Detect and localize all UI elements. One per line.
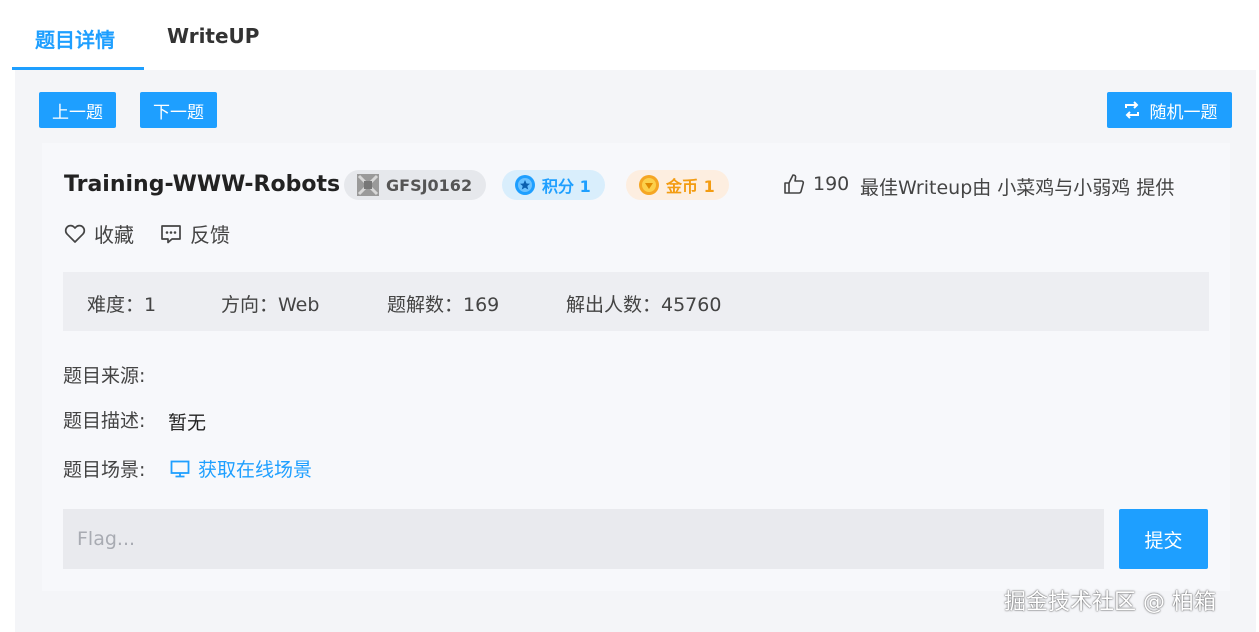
direction-stat: 方向：Web bbox=[221, 294, 320, 316]
random-problem-label: 随机一题 bbox=[1149, 102, 1218, 123]
problem-code-badge: GFSJ0162 bbox=[344, 170, 487, 200]
star-icon bbox=[514, 174, 536, 196]
stats-bar: 难度：1 方向：Web 题解数：169 解出人数：45760 bbox=[63, 272, 1209, 331]
like-group[interactable]: 190 bbox=[783, 173, 849, 195]
next-problem-button[interactable]: 下一题 bbox=[140, 92, 217, 128]
get-online-scene-label: 获取在线场景 bbox=[198, 459, 313, 481]
tab-bar: 题目详情 WriteUP bbox=[0, 0, 1259, 70]
points-value: 积分 1 bbox=[542, 177, 591, 196]
description-value: 暂无 bbox=[168, 412, 207, 434]
favorite-button[interactable]: 收藏 bbox=[64, 219, 134, 248]
difficulty-stat: 难度：1 bbox=[87, 294, 157, 316]
feedback-button[interactable]: 反馈 bbox=[160, 219, 230, 248]
category-icon bbox=[356, 173, 380, 197]
scene-label: 题目场景: bbox=[63, 459, 146, 481]
solvers-stat: 解出人数：45760 bbox=[566, 294, 722, 316]
flag-input[interactable] bbox=[63, 509, 1104, 569]
coin-icon bbox=[638, 174, 660, 196]
description-label: 题目描述: bbox=[63, 410, 146, 432]
problem-title: Training-WWW-Robots bbox=[64, 172, 341, 197]
random-problem-button[interactable]: 随机一题 bbox=[1107, 92, 1232, 128]
feedback-icon bbox=[160, 223, 190, 245]
swap-arrows-icon bbox=[1122, 100, 1142, 120]
monitor-icon bbox=[170, 459, 190, 479]
prev-problem-button[interactable]: 上一题 bbox=[39, 92, 116, 128]
best-writeup-text: 最佳Writeup由 小菜鸡与小弱鸡 提供 bbox=[860, 177, 1175, 199]
source-label: 题目来源: bbox=[63, 365, 146, 387]
problem-code: GFSJ0162 bbox=[386, 175, 473, 195]
tab-problem-details[interactable]: 题目详情 bbox=[35, 24, 115, 53]
get-online-scene-link[interactable]: 获取在线场景 bbox=[170, 455, 312, 482]
thumbs-up-icon bbox=[783, 173, 805, 195]
like-count: 190 bbox=[813, 173, 850, 195]
coins-badge: 金币 1 bbox=[626, 170, 729, 200]
coins-value: 金币 1 bbox=[666, 177, 715, 196]
favorite-label: 收藏 bbox=[94, 223, 134, 247]
solutions-stat: 题解数：169 bbox=[387, 294, 500, 316]
heart-icon bbox=[64, 223, 94, 245]
submit-flag-button[interactable]: 提交 bbox=[1119, 509, 1208, 569]
tab-writeup[interactable]: WriteUP bbox=[167, 24, 259, 48]
watermark: 掘金技术社区 @ 柏箱 bbox=[1004, 590, 1216, 615]
points-badge: 积分 1 bbox=[502, 170, 605, 200]
feedback-label: 反馈 bbox=[190, 223, 230, 247]
